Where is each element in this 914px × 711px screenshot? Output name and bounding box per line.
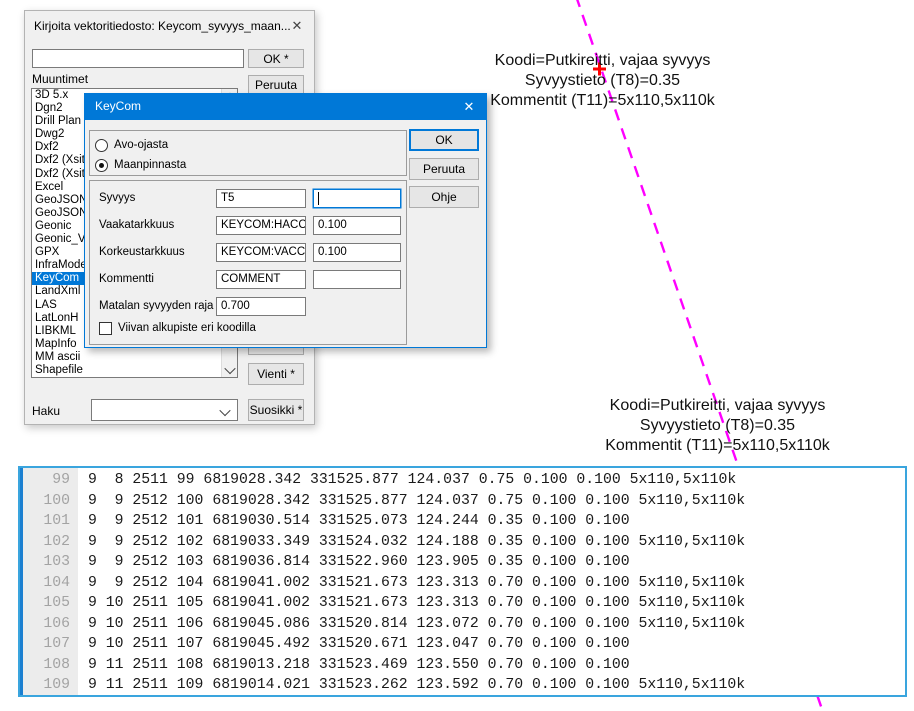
field-value-input[interactable]: 0.100: [313, 243, 401, 262]
line-number: 101: [23, 513, 78, 529]
annotation-line: Kommentit (T11)=5x110,5x110k: [570, 436, 865, 456]
data-row: 1079 10 2511 107 6819045.492 331520.671 …: [23, 634, 905, 655]
field-label: Kommentti: [99, 273, 154, 285]
keycom-titlebar[interactable]: KeyCom ✕: [85, 94, 486, 120]
line-number: 106: [23, 616, 78, 632]
write-dialog-titlebar[interactable]: Kirjoita vektoritiedosto: Keycom_syvyys_…: [25, 11, 314, 41]
help-button[interactable]: Ohje: [409, 186, 479, 208]
field-code-input[interactable]: 0.700: [216, 297, 306, 316]
annotation-line: Kommentit (T11)=5x110,5x110k: [455, 91, 750, 111]
line-text: 9 9 2512 104 6819041.002 331521.673 123.…: [78, 575, 745, 591]
radio-label: Maanpinnasta: [114, 159, 186, 171]
data-rows: 999 8 2511 99 6819028.342 331525.877 124…: [23, 470, 905, 696]
field-value-input[interactable]: [313, 270, 401, 289]
data-row: 1029 9 2512 102 6819033.349 331524.032 1…: [23, 532, 905, 553]
keycom-title: KeyCom: [95, 99, 141, 113]
export-button[interactable]: Vienti *: [248, 363, 304, 385]
cancel-button[interactable]: Peruuta: [248, 75, 304, 95]
field-label: Syvyys: [99, 192, 135, 204]
field-code-input[interactable]: T5: [216, 189, 306, 208]
line-text: 9 11 2511 109 6819014.021 331523.262 123…: [78, 677, 745, 693]
search-label: Haku: [32, 404, 60, 418]
ok-button[interactable]: OK: [409, 129, 479, 151]
line-number: 109: [23, 677, 78, 693]
data-row: 1019 9 2512 101 6819030.514 331525.073 1…: [23, 511, 905, 532]
data-row: 1069 10 2511 106 6819045.086 331520.814 …: [23, 614, 905, 635]
field-label: Korkeustarkkuus: [99, 246, 185, 258]
field-value-input[interactable]: 0.100: [313, 216, 401, 235]
field-label: Vaakatarkkuus: [99, 219, 174, 231]
file-preview-panel: 999 8 2511 99 6819028.342 331525.877 124…: [18, 466, 907, 697]
line-text: 9 10 2511 106 6819045.086 331520.814 123…: [78, 616, 745, 632]
cancel-button[interactable]: Peruuta: [409, 158, 479, 180]
filename-input[interactable]: [32, 49, 244, 68]
ok-button[interactable]: OK *: [248, 49, 304, 68]
radio-icon[interactable]: [95, 139, 108, 152]
field-code-input[interactable]: KEYCOM:HACC: [216, 216, 306, 235]
data-row: 999 8 2511 99 6819028.342 331525.877 124…: [23, 470, 905, 491]
field-label: Matalan syvyyden raja: [99, 300, 213, 312]
data-row: 1099 11 2511 109 6819014.021 331523.262 …: [23, 675, 905, 696]
line-text: 9 11 2511 108 6819013.218 331523.469 123…: [78, 657, 630, 673]
line-number: 105: [23, 595, 78, 611]
data-row: 1049 9 2512 104 6819041.002 331521.673 1…: [23, 573, 905, 594]
annotation-line: Syvyystieto (T8)=0.35: [455, 71, 750, 91]
data-row: 1089 11 2511 108 6819013.218 331523.469 …: [23, 655, 905, 676]
checkbox-icon[interactable]: [99, 322, 112, 335]
line-text: 9 9 2512 100 6819028.342 331525.877 124.…: [78, 493, 745, 509]
line-text: 9 9 2512 103 6819036.814 331522.960 123.…: [78, 554, 630, 570]
annotation-line: Syvyystieto (T8)=0.35: [570, 416, 865, 436]
converters-label: Muuntimet: [32, 72, 88, 86]
data-row: 1039 9 2512 103 6819036.814 331522.960 1…: [23, 552, 905, 573]
search-combobox[interactable]: [91, 399, 238, 421]
chevron-down-icon: [219, 405, 230, 416]
close-icon[interactable]: ✕: [452, 94, 486, 120]
line-number: 103: [23, 554, 78, 570]
format-item[interactable]: Shapefile: [32, 364, 237, 377]
scroll-down-icon[interactable]: [222, 362, 237, 377]
field-code-input[interactable]: COMMENT: [216, 270, 306, 289]
radio-icon[interactable]: [95, 159, 108, 172]
keycom-dialog: KeyCom ✕ Avo-ojasta Maanpinnasta Syvyys T5…: [84, 93, 487, 348]
map-annotation-top: Koodi=Putkireitti, vajaa syvyysSyvyystie…: [455, 51, 750, 111]
start-point-code-checkbox[interactable]: Viivan alkupiste eri koodilla: [99, 321, 256, 335]
map-annotation-bottom: Koodi=Putkireitti, vajaa syvyysSyvyystie…: [570, 396, 865, 456]
radio-option[interactable]: Avo-ojasta: [95, 137, 168, 153]
close-icon[interactable]: ✕: [288, 18, 306, 34]
data-row: 1009 9 2512 100 6819028.342 331525.877 1…: [23, 491, 905, 512]
checkbox-label: Viivan alkupiste eri koodilla: [118, 322, 256, 334]
field-value-input[interactable]: [313, 189, 401, 208]
line-number: 99: [23, 472, 78, 488]
line-number: 100: [23, 493, 78, 509]
line-text: 9 9 2512 101 6819030.514 331525.073 124.…: [78, 513, 630, 529]
data-row: 1059 10 2511 105 6819041.002 331521.673 …: [23, 593, 905, 614]
line-text: 9 10 2511 105 6819041.002 331521.673 123…: [78, 595, 745, 611]
line-number: 107: [23, 636, 78, 652]
line-number: 104: [23, 575, 78, 591]
radio-option[interactable]: Maanpinnasta: [95, 157, 186, 173]
line-number: 108: [23, 657, 78, 673]
write-dialog-title: Kirjoita vektoritiedosto: Keycom_syvyys_…: [34, 19, 291, 33]
annotation-line: Koodi=Putkireitti, vajaa syvyys: [570, 396, 865, 416]
format-item[interactable]: MM ascii: [32, 351, 237, 364]
radio-label: Avo-ojasta: [114, 139, 168, 151]
line-text: 9 9 2512 102 6819033.349 331524.032 124.…: [78, 534, 745, 550]
field-code-input[interactable]: KEYCOM:VACC: [216, 243, 306, 262]
line-text: 9 8 2511 99 6819028.342 331525.877 124.0…: [78, 472, 736, 488]
favorite-button[interactable]: Suosikki *: [248, 399, 304, 421]
text-caret: [318, 192, 319, 205]
line-number: 102: [23, 534, 78, 550]
line-text: 9 10 2511 107 6819045.492 331520.671 123…: [78, 636, 630, 652]
annotation-line: Koodi=Putkireitti, vajaa syvyys: [455, 51, 750, 71]
